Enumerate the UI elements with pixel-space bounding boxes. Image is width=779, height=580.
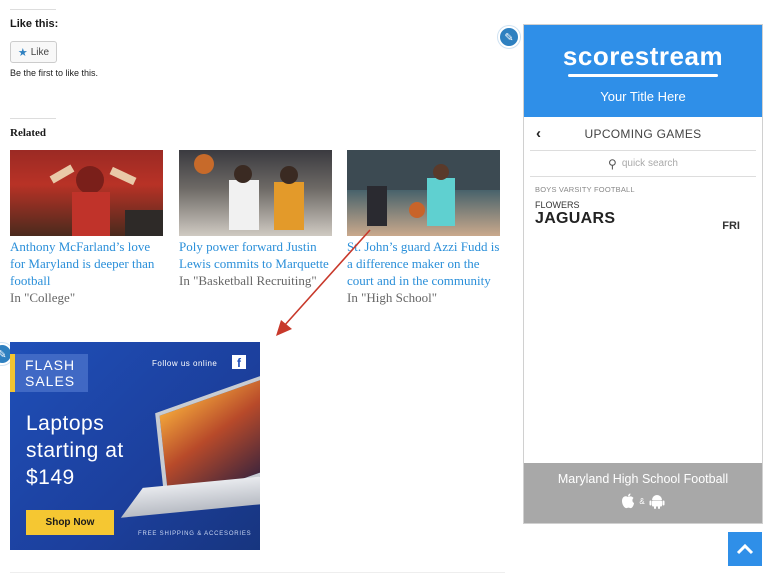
basketball-players-photo — [194, 154, 304, 230]
facebook-icon[interactable]: f — [232, 355, 246, 369]
like-first-text: Be the first to like this. — [10, 68, 99, 78]
search-icon: ⚲ — [608, 156, 617, 171]
scorestream-widget: scorestream Your Title Here ‹ UPCOMING G… — [523, 24, 763, 524]
scorestream-logo-swoosh — [568, 74, 718, 77]
scorestream-footer: Maryland High School Football & — [524, 463, 762, 523]
flash-sales-badge: FLASH SALES — [10, 354, 88, 392]
related-divider — [10, 118, 56, 119]
related-item: Poly power forward Justin Lewis commits … — [179, 150, 335, 289]
scorestream-header: scorestream Your Title Here — [524, 25, 762, 117]
related-category: In "College" — [10, 290, 76, 305]
quick-search-placeholder: quick search — [621, 158, 678, 169]
upcoming-games-bar: ‹ UPCOMING GAMES — [530, 117, 756, 151]
upcoming-games-title: UPCOMING GAMES — [584, 126, 702, 141]
football-player-photo — [49, 164, 163, 236]
related-heading: Related — [10, 127, 47, 139]
like-button-label: Like — [30, 46, 50, 58]
flash-sales-line2: SALES — [25, 373, 76, 389]
related-thumbnail[interactable] — [347, 150, 500, 236]
ad-headline: Laptops starting at $149 — [26, 412, 124, 489]
flash-sales-ad[interactable]: FLASH SALES Follow us online f Laptops s… — [10, 342, 260, 550]
follow-text: Follow us online — [152, 359, 218, 368]
related-link[interactable]: St. John’s guard Azzi Fudd is a differen… — [347, 238, 503, 289]
shop-now-button[interactable]: Shop Now — [26, 510, 114, 535]
basketball-guard-photo — [347, 150, 500, 226]
scorestream-logo[interactable]: scorestream — [524, 25, 762, 72]
star-icon: ★ — [17, 46, 28, 59]
quick-search-input[interactable]: ⚲ quick search — [530, 151, 756, 177]
related-category: In "High School" — [347, 290, 438, 305]
league-label: BOYS VARSITY FOOTBALL — [535, 185, 635, 194]
shipping-text: FREE SHIPPING & ACCESORIES — [138, 531, 252, 537]
chevron-up-icon[interactable] — [728, 532, 762, 566]
related-category: In "Basketball Recruiting" — [179, 273, 317, 288]
like-divider — [10, 9, 56, 10]
game-row[interactable]: FLOWERS JAGUARS FRI — [535, 200, 762, 240]
related-item: St. John’s guard Azzi Fudd is a differen… — [347, 150, 503, 306]
flash-sales-line1: FLASH — [25, 357, 76, 373]
game-day: FRI — [722, 220, 740, 232]
scorestream-subtitle: Your Title Here — [600, 89, 686, 104]
apple-icon[interactable] — [621, 493, 635, 509]
related-item: Anthony McFarland’s love for Maryland is… — [10, 150, 166, 306]
related-thumbnail[interactable] — [10, 150, 163, 236]
related-thumbnail[interactable] — [179, 150, 332, 236]
like-button[interactable]: ★ Like — [10, 41, 57, 63]
pencil-icon[interactable]: ✎ — [498, 26, 520, 48]
bottom-divider — [10, 572, 505, 573]
footer-title[interactable]: Maryland High School Football — [524, 472, 762, 486]
like-heading: Like this: — [10, 18, 59, 30]
related-link[interactable]: Poly power forward Justin Lewis commits … — [179, 238, 335, 272]
android-icon[interactable] — [649, 493, 665, 509]
app-store-links: & — [524, 493, 762, 509]
team-school: FLOWERS — [535, 200, 580, 210]
related-link[interactable]: Anthony McFarland’s love for Maryland is… — [10, 238, 166, 289]
store-separator: & — [639, 496, 645, 506]
chevron-left-icon[interactable]: ‹ — [536, 125, 541, 142]
